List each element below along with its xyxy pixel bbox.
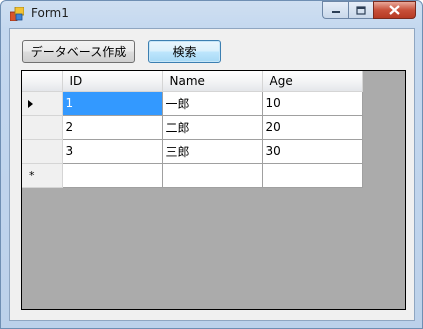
cell-age[interactable]: 10 [262, 91, 363, 116]
new-cell-id[interactable] [62, 163, 163, 188]
form-app-icon [9, 6, 25, 22]
cell-name[interactable]: 一郎 [162, 91, 263, 116]
cell-name[interactable]: 三郎 [162, 139, 263, 164]
table-row: 2 二郎 20 [22, 115, 363, 140]
cell-name[interactable]: 二郎 [162, 115, 263, 140]
header-row: ID Name Age [22, 71, 363, 92]
form-client-area: データベース作成 検索 ID Name Age 1 一郎 10 2 二郎 20 … [9, 28, 415, 321]
close-button[interactable] [373, 1, 416, 19]
minimize-icon [331, 11, 340, 13]
cell-id[interactable]: 2 [62, 115, 163, 140]
create-database-button[interactable]: データベース作成 [22, 40, 135, 63]
maximize-icon [356, 5, 366, 15]
cell-age[interactable]: 20 [262, 115, 363, 140]
row-header[interactable] [22, 139, 63, 164]
maximize-button[interactable] [348, 1, 373, 19]
cell-age[interactable]: 30 [262, 139, 363, 164]
cell-id[interactable]: 3 [62, 139, 163, 164]
new-cell-age[interactable] [262, 163, 363, 188]
table-row: 3 三郎 30 [22, 139, 363, 164]
close-icon [389, 5, 400, 15]
new-row: * [22, 163, 363, 188]
new-row-marker: * [29, 168, 35, 182]
grid-table: ID Name Age 1 一郎 10 2 二郎 20 3 三郎 30 * [22, 71, 363, 188]
search-button[interactable]: 検索 [148, 40, 221, 63]
data-grid[interactable]: ID Name Age 1 一郎 10 2 二郎 20 3 三郎 30 * [21, 70, 406, 310]
window-title: Form1 [31, 6, 69, 20]
table-row: 1 一郎 10 [22, 91, 363, 116]
grid-corner-header[interactable] [22, 71, 63, 92]
row-header[interactable] [22, 91, 63, 116]
title-bar[interactable]: Form1 [1, 1, 422, 27]
new-cell-name[interactable] [162, 163, 263, 188]
column-header-id[interactable]: ID [62, 71, 163, 92]
caption-buttons [322, 1, 416, 19]
column-header-age[interactable]: Age [262, 71, 363, 92]
new-row-header[interactable]: * [22, 163, 63, 188]
cell-id[interactable]: 1 [62, 91, 163, 116]
row-header[interactable] [22, 115, 63, 140]
app-window: Form1 データベース作成 検索 ID Name Age 1 一郎 10 2 … [0, 0, 423, 329]
current-row-arrow-icon [28, 99, 33, 108]
minimize-button[interactable] [322, 1, 348, 19]
column-header-name[interactable]: Name [162, 71, 263, 92]
